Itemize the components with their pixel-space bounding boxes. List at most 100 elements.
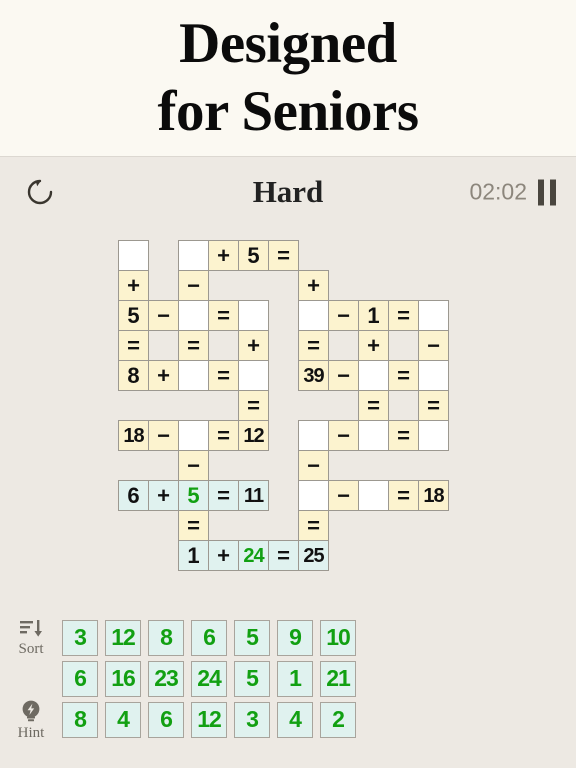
grid-cell-empty[interactable] xyxy=(358,480,389,511)
grid-cell-empty[interactable] xyxy=(298,300,329,331)
grid-cell-empty[interactable] xyxy=(178,240,209,271)
pause-button[interactable] xyxy=(538,179,556,205)
grid-cell[interactable]: + xyxy=(238,330,269,361)
grid-cell[interactable]: − xyxy=(298,450,329,481)
grid-cell[interactable]: = xyxy=(298,330,329,361)
number-tile[interactable]: 6 xyxy=(191,619,227,656)
grid-cell[interactable]: − xyxy=(328,420,359,451)
number-tile[interactable]: 21 xyxy=(320,660,356,697)
grid-cell[interactable]: 18 xyxy=(118,420,149,451)
grid-cell-empty[interactable] xyxy=(238,360,269,391)
grid-cell[interactable]: + xyxy=(208,540,239,571)
grid-cell[interactable]: 11 xyxy=(238,480,269,511)
grid-cell[interactable]: 18 xyxy=(418,480,449,511)
grid-cell[interactable]: 5 xyxy=(238,240,269,271)
grid-cell[interactable]: = xyxy=(418,390,449,421)
number-tray: Sort 3 12 8 6 5 9 10 6 16 23 24 5 1 21 Hint xyxy=(0,618,576,741)
number-tile[interactable]: 5 xyxy=(234,619,270,656)
grid-cell[interactable]: = xyxy=(178,510,209,541)
grid-cell[interactable]: + xyxy=(118,270,149,301)
tray-tiles-row-2: 6 16 23 24 5 1 21 xyxy=(62,660,356,697)
number-tile[interactable]: 1 xyxy=(277,660,313,697)
app-root: Designed for Seniors Hard 02:02 +5 = + − +5−… xyxy=(0,0,576,768)
grid-cell[interactable]: 1 xyxy=(358,300,389,331)
grid-cell[interactable]: − xyxy=(418,330,449,361)
grid-cell[interactable]: + xyxy=(148,360,179,391)
grid-cell[interactable]: = xyxy=(358,390,389,421)
grid-cell[interactable]: − xyxy=(328,300,359,331)
grid-cell-empty[interactable] xyxy=(418,420,449,451)
grid-cell[interactable]: = xyxy=(268,240,299,271)
grid-cell[interactable]: = xyxy=(268,540,299,571)
hint-button[interactable]: Hint xyxy=(0,698,62,742)
grid-cell[interactable]: = xyxy=(238,390,269,421)
grid-cell[interactable]: − xyxy=(178,270,209,301)
grid-cell-empty[interactable] xyxy=(418,360,449,391)
grid-cell-empty[interactable] xyxy=(358,360,389,391)
number-tile[interactable]: 16 xyxy=(105,660,141,697)
grid-cell-empty[interactable] xyxy=(118,240,149,271)
grid-cell[interactable]: = xyxy=(298,510,329,541)
grid-cell[interactable]: 1 xyxy=(178,540,209,571)
grid-cell[interactable]: = xyxy=(208,300,239,331)
grid-cell[interactable]: 24 xyxy=(238,540,269,571)
grid-cell-empty[interactable] xyxy=(238,300,269,331)
number-tile[interactable]: 3 xyxy=(234,701,270,738)
grid-cell-empty[interactable] xyxy=(178,300,209,331)
number-tile[interactable]: 10 xyxy=(320,619,356,656)
number-tile[interactable]: 12 xyxy=(105,619,141,656)
number-tile[interactable]: 8 xyxy=(62,701,98,738)
number-tile[interactable]: 4 xyxy=(277,701,313,738)
grid-cell[interactable]: = xyxy=(388,420,419,451)
number-tile[interactable]: 9 xyxy=(277,619,313,656)
grid-cell[interactable]: + xyxy=(208,240,239,271)
grid-cell[interactable]: 5 xyxy=(118,300,149,331)
number-tile[interactable]: 6 xyxy=(62,660,98,697)
game-toolbar: Hard 02:02 xyxy=(0,157,576,227)
grid-cell[interactable]: = xyxy=(208,420,239,451)
grid-cell[interactable]: − xyxy=(148,300,179,331)
timer-area: 02:02 xyxy=(469,179,556,206)
grid-cell[interactable]: + xyxy=(148,480,179,511)
grid-cell[interactable]: − xyxy=(328,360,359,391)
grid-cell[interactable]: 39 xyxy=(298,360,329,391)
grid-cell-empty[interactable] xyxy=(298,480,329,511)
grid-cell[interactable]: + xyxy=(298,270,329,301)
number-tile[interactable]: 4 xyxy=(105,701,141,738)
sort-label: Sort xyxy=(18,640,44,657)
sort-button-inner[interactable]: Sort xyxy=(18,618,44,658)
grid-cell[interactable]: = xyxy=(208,360,239,391)
grid-cell[interactable]: = xyxy=(208,480,239,511)
number-tile[interactable]: 24 xyxy=(191,660,227,697)
grid-cell-empty[interactable] xyxy=(298,420,329,451)
grid-cell[interactable]: = xyxy=(388,360,419,391)
grid-cell[interactable]: 12 xyxy=(238,420,269,451)
grid-cell-empty[interactable] xyxy=(418,300,449,331)
sort-button[interactable]: Sort xyxy=(0,618,62,658)
grid-cell[interactable]: = xyxy=(178,330,209,361)
number-tile[interactable]: 12 xyxy=(191,701,227,738)
grid-cell[interactable]: = xyxy=(388,480,419,511)
grid-cell-empty[interactable] xyxy=(178,420,209,451)
grid-cell[interactable]: 25 xyxy=(298,540,329,571)
grid-cell-empty[interactable] xyxy=(178,360,209,391)
grid-cell[interactable]: − xyxy=(328,480,359,511)
promo-banner: Designed for Seniors xyxy=(0,0,576,157)
sort-icon xyxy=(20,619,42,637)
number-tile[interactable]: 3 xyxy=(62,619,98,656)
grid-cell[interactable]: 8 xyxy=(118,360,149,391)
grid-cell[interactable]: − xyxy=(148,420,179,451)
grid-cell[interactable]: − xyxy=(178,450,209,481)
number-tile[interactable]: 8 xyxy=(148,619,184,656)
grid-cell[interactable]: 6 xyxy=(118,480,149,511)
number-tile[interactable]: 6 xyxy=(148,701,184,738)
grid-cell-empty[interactable] xyxy=(358,420,389,451)
number-tile[interactable]: 2 xyxy=(320,701,356,738)
grid-cell[interactable]: = xyxy=(118,330,149,361)
grid-cell[interactable]: 5 xyxy=(178,480,209,511)
number-tile[interactable]: 5 xyxy=(234,660,270,697)
grid-cell[interactable]: + xyxy=(358,330,389,361)
hint-button-inner[interactable]: Hint xyxy=(18,698,44,742)
grid-cell[interactable]: = xyxy=(388,300,419,331)
number-tile[interactable]: 23 xyxy=(148,660,184,697)
